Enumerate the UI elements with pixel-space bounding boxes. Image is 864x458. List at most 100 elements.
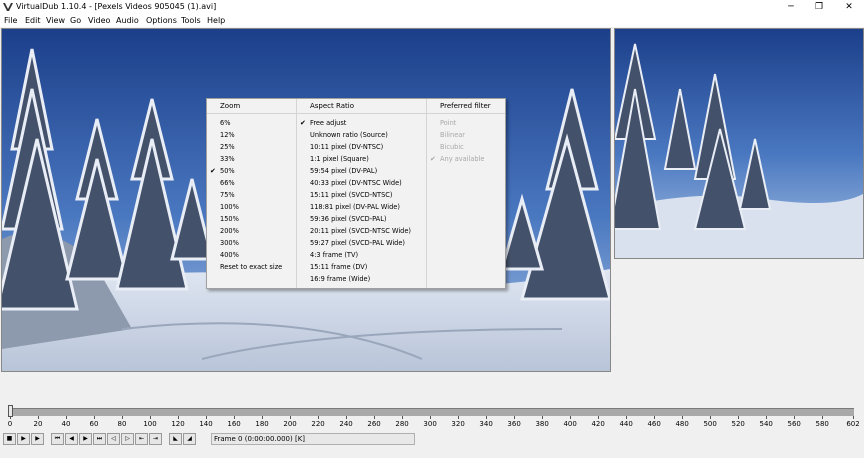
timeline-tick xyxy=(206,416,208,419)
aspect-item[interactable]: 118:81 pixel (DV-PAL Wide) xyxy=(310,203,400,211)
aspect-header-divider xyxy=(297,113,426,114)
go-end-button[interactable]: ⏭ xyxy=(93,433,106,445)
prev-frame-button[interactable]: ◀ xyxy=(65,433,78,445)
aspect-item[interactable]: 1:1 pixel (Square) xyxy=(310,155,369,163)
timeline-tick xyxy=(318,416,320,419)
zoom-item-checked[interactable]: 50% xyxy=(220,167,235,175)
timeline-tick xyxy=(766,416,768,419)
timeline-tick xyxy=(94,416,96,419)
zoom-item[interactable]: 25% xyxy=(220,143,235,151)
play-input-button[interactable]: ▶ xyxy=(17,433,30,445)
scene-back-button[interactable]: ⇤ xyxy=(135,433,148,445)
zoom-item[interactable]: 400% xyxy=(220,251,239,259)
zoom-item[interactable]: 150% xyxy=(220,215,239,223)
timeline-tick xyxy=(853,416,854,419)
timeline-tick-label: 560 xyxy=(787,420,801,428)
virtualdub-app-icon[interactable] xyxy=(3,2,13,12)
scene-forward-button[interactable]: ⇥ xyxy=(149,433,162,445)
aspect-item[interactable]: 10:11 pixel (DV-NTSC) xyxy=(310,143,383,151)
timeline-tick-label: 180 xyxy=(255,420,269,428)
timeline-tick xyxy=(542,416,544,419)
zoom-item[interactable]: 33% xyxy=(220,155,235,163)
minimize-button[interactable]: ─ xyxy=(776,0,806,14)
aspect-item[interactable]: 16:9 frame (Wide) xyxy=(310,275,370,283)
filter-item-disabled: Point xyxy=(440,119,457,127)
menu-video[interactable]: Video xyxy=(88,16,110,25)
next-key-button[interactable]: ▷ xyxy=(121,433,134,445)
timeline-tick-label: 420 xyxy=(591,420,605,428)
zoom-item[interactable]: 100% xyxy=(220,203,239,211)
timeline-tick-label: 520 xyxy=(731,420,745,428)
menu-view[interactable]: View xyxy=(46,16,65,25)
timeline-tick xyxy=(822,416,824,419)
aspect-item[interactable]: 4:3 frame (TV) xyxy=(310,251,358,259)
zoom-item[interactable]: 6% xyxy=(220,119,230,127)
aspect-item[interactable]: 59:27 pixel (SVCD-PAL Wide) xyxy=(310,239,405,247)
aspect-item[interactable]: 15:11 frame (DV) xyxy=(310,263,367,271)
stop-button[interactable]: ■ xyxy=(3,433,16,445)
timeline-tick xyxy=(402,416,404,419)
zoom-item[interactable]: 12% xyxy=(220,131,235,139)
aspect-item[interactable]: Unknown ratio (Source) xyxy=(310,131,388,139)
zoom-item[interactable]: 300% xyxy=(220,239,239,247)
filter-item-disabled: Bilinear xyxy=(440,131,466,139)
menu-help[interactable]: Help xyxy=(207,16,225,25)
menu-bar: File Edit View Go Video Audio Options To… xyxy=(0,14,864,27)
menu-file[interactable]: File xyxy=(4,16,17,25)
display-context-menu: Zoom 6% 12% 25% 33% ✔ 50% 66% 75% 100% 1… xyxy=(206,98,506,289)
zoom-item[interactable]: 75% xyxy=(220,191,235,199)
title-bar: VirtualDub 1.10.4 - [Pexels Videos 90504… xyxy=(0,0,864,14)
close-button[interactable]: ✕ xyxy=(834,0,864,14)
menu-tools[interactable]: Tools xyxy=(181,16,201,25)
filter-item-disabled: Any available xyxy=(440,155,485,163)
timeline-tick xyxy=(794,416,796,419)
checkmark-icon: ✔ xyxy=(300,119,306,127)
zoom-item[interactable]: 200% xyxy=(220,227,239,235)
menu-audio[interactable]: Audio xyxy=(116,16,139,25)
timeline-tick xyxy=(10,416,11,419)
timeline-tick-label: 540 xyxy=(759,420,773,428)
prev-key-button[interactable]: ◁ xyxy=(107,433,120,445)
timeline-tick-label: 260 xyxy=(367,420,381,428)
checkmark-icon: ✔ xyxy=(210,167,216,175)
aspect-item[interactable]: 59:54 pixel (DV-PAL) xyxy=(310,167,377,175)
timeline-tick xyxy=(430,416,432,419)
timeline-tick-label: 440 xyxy=(619,420,633,428)
timeline-tick xyxy=(234,416,236,419)
output-video-frame xyxy=(615,29,863,258)
maximize-button[interactable]: ❐ xyxy=(804,0,834,14)
timeline-tick-label: 580 xyxy=(815,420,829,428)
aspect-ratio-column: Aspect Ratio ✔ Free adjust Unknown ratio… xyxy=(297,99,426,288)
menu-go[interactable]: Go xyxy=(70,16,81,25)
play-output-button[interactable]: ▶ xyxy=(31,433,44,445)
timeline-tick-label: 160 xyxy=(227,420,241,428)
zoom-item[interactable]: 66% xyxy=(220,179,235,187)
window-title: VirtualDub 1.10.4 - [Pexels Videos 90504… xyxy=(16,2,217,11)
aspect-item[interactable]: 59:36 pixel (SVCD-PAL) xyxy=(310,215,386,223)
mark-in-button[interactable]: ◣ xyxy=(169,433,182,445)
timeline-tick-label: 400 xyxy=(563,420,577,428)
aspect-item[interactable]: 40:33 pixel (DV-NTSC Wide) xyxy=(310,179,402,187)
output-video-pane[interactable] xyxy=(614,28,864,259)
timeline-tick-label: 602 xyxy=(846,420,860,428)
next-frame-button[interactable]: ▶ xyxy=(79,433,92,445)
menu-edit[interactable]: Edit xyxy=(25,16,41,25)
filter-item-disabled: Bicubic xyxy=(440,143,464,151)
aspect-item-checked[interactable]: Free adjust xyxy=(310,119,346,127)
zoom-column: Zoom 6% 12% 25% 33% ✔ 50% 66% 75% 100% 1… xyxy=(207,99,296,288)
timeline-tick xyxy=(682,416,684,419)
timeline-tick-label: 0 xyxy=(7,420,13,428)
zoom-reset-item[interactable]: Reset to exact size xyxy=(220,263,282,271)
go-start-button[interactable]: ⏮ xyxy=(51,433,64,445)
menu-options[interactable]: Options xyxy=(146,16,177,25)
timeline-tick xyxy=(626,416,628,419)
frame-status: Frame 0 (0:00:00.000) [K] xyxy=(211,433,415,445)
timeline-track[interactable] xyxy=(8,408,854,416)
timeline-tick-label: 140 xyxy=(199,420,213,428)
aspect-item[interactable]: 20:11 pixel (SVCD-NTSC Wide) xyxy=(310,227,411,235)
timeline-tick xyxy=(738,416,740,419)
timeline-tick xyxy=(654,416,656,419)
mark-out-button[interactable]: ◢ xyxy=(183,433,196,445)
timeline-tick xyxy=(598,416,600,419)
aspect-item[interactable]: 15:11 pixel (SVCD-NTSC) xyxy=(310,191,392,199)
